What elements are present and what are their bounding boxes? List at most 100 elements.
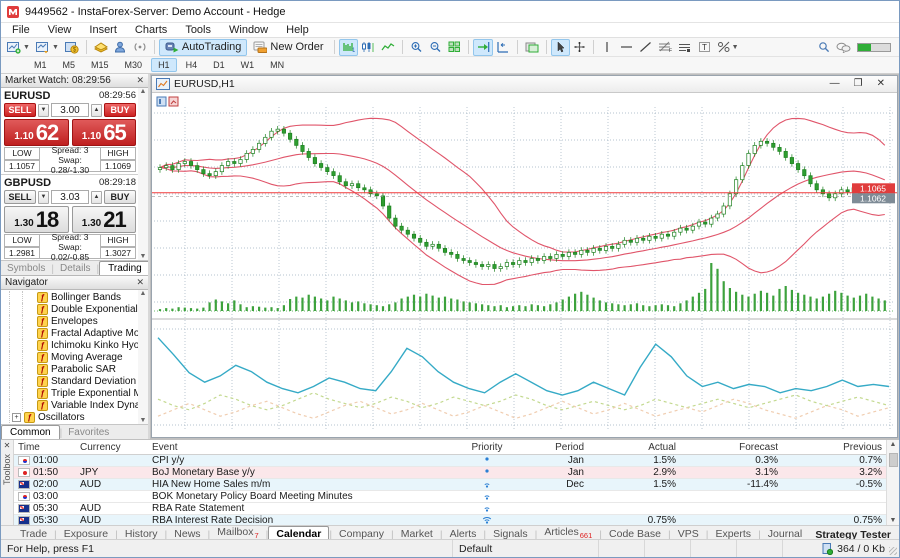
tile-windows-button[interactable]	[445, 39, 464, 56]
history-center-button[interactable]: $	[62, 39, 82, 56]
timeframe-button-d1[interactable]: D1	[206, 58, 232, 72]
menu-item-window[interactable]: Window	[220, 24, 277, 36]
sell-button[interactable]: SELL	[4, 190, 36, 204]
navigator-item-oscillators[interactable]: +ƒOscillators	[1, 411, 148, 423]
tab-details[interactable]: Details	[54, 262, 97, 275]
vertical-line-button[interactable]	[598, 39, 617, 56]
close-icon[interactable]: ✕	[136, 75, 144, 86]
profiles-button[interactable]: ▼	[33, 39, 62, 56]
expand-icon[interactable]: +	[12, 413, 21, 422]
menu-item-help[interactable]: Help	[277, 24, 318, 36]
timeframe-button-m1[interactable]: M1	[27, 58, 54, 72]
close-icon[interactable]: ✕	[877, 79, 885, 89]
ask-price[interactable]: 1.1065	[72, 119, 137, 146]
navigator-item[interactable]: ƒParabolic SAR	[1, 363, 148, 375]
channel-button[interactable]	[675, 39, 695, 56]
navigator-item[interactable]: ƒFractal Adaptive Mo	[1, 327, 148, 339]
scroll-down-icon[interactable]: ▼	[890, 517, 897, 524]
navigator-item[interactable]: ƒStandard Deviation	[1, 375, 148, 387]
volume-input[interactable]: 3.03	[51, 190, 89, 204]
timeframe-button-h4[interactable]: H4	[179, 58, 205, 72]
tab-favorites[interactable]: Favorites	[62, 426, 115, 439]
calendar-row[interactable]: 05:30AUDRBA Rate Statement	[14, 503, 886, 515]
calendar-column-header[interactable]: Priority	[458, 442, 516, 453]
crosshair-button[interactable]	[570, 39, 589, 56]
timeframe-button-m30[interactable]: M30	[118, 58, 150, 72]
navigator-item[interactable]: ƒMoving Average	[1, 351, 148, 363]
calendar-row[interactable]: 01:50JPYBoJ Monetary Base y/yJan2.9%3.1%…	[14, 467, 886, 479]
volume-dropdown-button[interactable]: ▼	[38, 104, 49, 117]
calendar-column-header[interactable]: Currency	[76, 442, 148, 453]
chart-canvas[interactable]: 1.10651.1062	[152, 93, 897, 437]
tab-trading[interactable]: Trading	[99, 261, 148, 275]
resize-grip[interactable]	[889, 547, 897, 555]
buy-button[interactable]: BUY	[104, 103, 136, 117]
scrollbar-thumb[interactable]	[889, 453, 898, 467]
menu-item-file[interactable]: File	[3, 24, 39, 36]
calendar-row[interactable]: 03:00BOK Monetary Policy Board Meeting M…	[14, 491, 886, 503]
volume-up-button[interactable]: ▲	[91, 191, 102, 204]
navigator-item[interactable]: ƒBollinger Bands	[1, 291, 148, 303]
symbol-title-row[interactable]: GBPUSD08:29:18	[4, 176, 136, 189]
calendar-column-header[interactable]: Forecast	[680, 442, 782, 453]
navigator-item[interactable]: ƒIchimoku Kinko Hyo	[1, 339, 148, 351]
text-tool-button[interactable]: T	[695, 39, 714, 56]
signals-button[interactable]	[130, 39, 150, 56]
community-button[interactable]	[111, 39, 130, 56]
calendar-row[interactable]: 01:00CPI y/yJan1.5%0.3%0.7%	[14, 455, 886, 467]
profile-windows-button[interactable]	[522, 39, 542, 56]
ask-price[interactable]: 1.3021	[72, 206, 137, 233]
bars-chart-button[interactable]: 1	[339, 39, 358, 56]
market-watch-scrollbar[interactable]: ▲ ▼	[138, 88, 148, 260]
menu-item-tools[interactable]: Tools	[176, 24, 220, 36]
minimize-icon[interactable]: —	[830, 79, 840, 89]
line-chart-button[interactable]	[378, 39, 398, 56]
scroll-up-icon[interactable]: ▲	[140, 88, 147, 95]
bid-price[interactable]: 1.3018	[4, 206, 69, 233]
auto-scroll-button[interactable]	[473, 39, 493, 56]
chart-shift-button[interactable]	[493, 39, 513, 56]
candles-chart-button[interactable]	[358, 39, 378, 56]
menu-item-insert[interactable]: Insert	[80, 24, 126, 36]
zoom-out-button[interactable]	[426, 39, 445, 56]
fibonacci-button[interactable]: F	[655, 39, 675, 56]
timeframe-button-w1[interactable]: W1	[234, 58, 262, 72]
volume-input[interactable]: 3.00	[51, 103, 89, 117]
shapes-button[interactable]: ▼	[714, 39, 742, 56]
symbols-button[interactable]	[91, 39, 111, 56]
volume-up-button[interactable]: ▲	[91, 104, 102, 117]
trendline-button[interactable]	[636, 39, 655, 56]
tab-common[interactable]: Common	[1, 425, 60, 439]
close-icon[interactable]: ✕	[136, 277, 144, 288]
scroll-down-icon[interactable]: ▼	[140, 253, 147, 260]
close-icon[interactable]: ✕	[4, 441, 11, 450]
autotrading-button[interactable]: AutoTrading	[159, 39, 248, 56]
zoom-in-button[interactable]	[407, 39, 426, 56]
horizontal-line-button[interactable]	[617, 39, 636, 56]
maximize-icon[interactable]: ❐	[854, 79, 863, 89]
calendar-column-header[interactable]: Actual	[588, 442, 680, 453]
menu-item-view[interactable]: View	[39, 24, 81, 36]
timeframe-button-h1[interactable]: H1	[151, 58, 177, 72]
navigator-scrollbar[interactable]: ▲ ▼	[138, 290, 148, 424]
sell-button[interactable]: SELL	[4, 103, 36, 117]
calendar-row[interactable]: 05:30AUDRBA Interest Rate Decision0.75%0…	[14, 515, 886, 525]
scroll-down-icon[interactable]: ▼	[140, 417, 147, 424]
new-order-button[interactable]: New Order	[247, 39, 329, 56]
calendar-column-header[interactable]: Previous	[782, 442, 886, 453]
cursor-button[interactable]	[551, 39, 570, 56]
timeframe-button-m15[interactable]: M15	[84, 58, 116, 72]
status-profile[interactable]: Default	[453, 540, 599, 557]
bid-price[interactable]: 1.1062	[4, 119, 69, 146]
calendar-column-header[interactable]: Time	[14, 442, 76, 453]
symbol-title-row[interactable]: EURUSD08:29:56	[4, 89, 136, 102]
scroll-up-icon[interactable]: ▲	[140, 290, 147, 297]
search-icon[interactable]	[818, 41, 830, 53]
buy-button[interactable]: BUY	[104, 190, 136, 204]
new-chart-button[interactable]: ▼	[4, 39, 33, 56]
navigator-item[interactable]: ƒVariable Index Dyna	[1, 399, 148, 411]
navigator-item[interactable]: ƒEnvelopes	[1, 315, 148, 327]
timeframe-button-mn[interactable]: MN	[263, 58, 291, 72]
menu-item-charts[interactable]: Charts	[126, 24, 176, 36]
calendar-column-header[interactable]: Period	[516, 442, 588, 453]
